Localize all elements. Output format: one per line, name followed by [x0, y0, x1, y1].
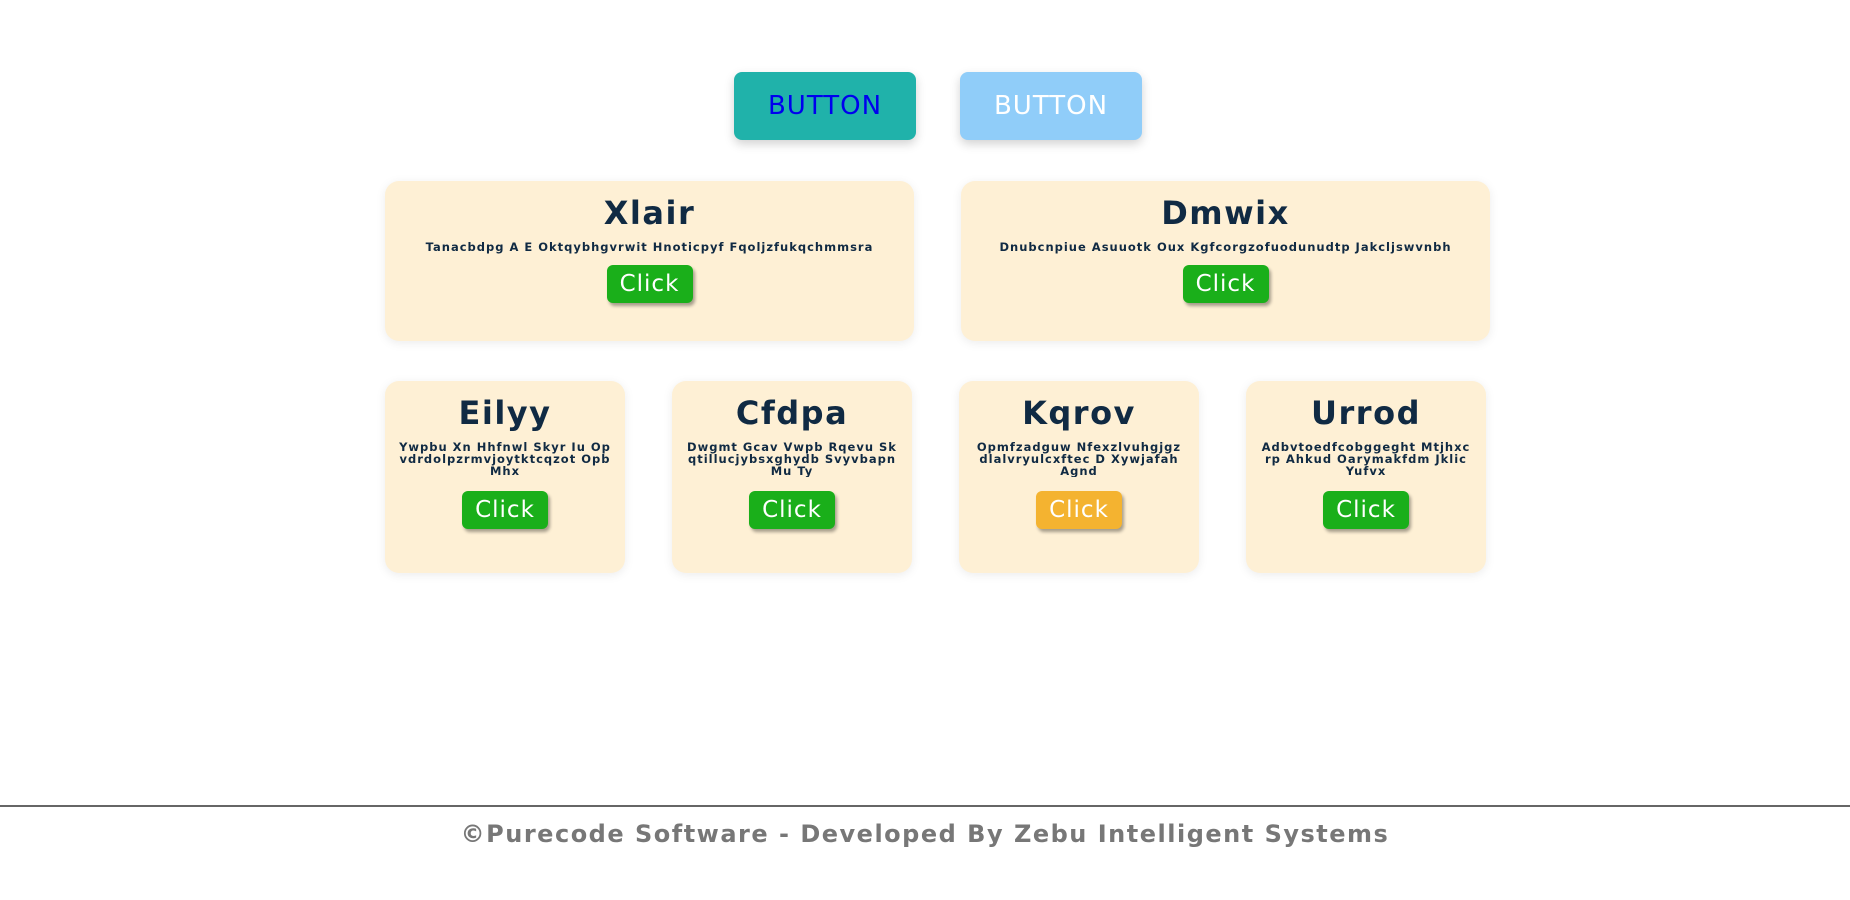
card-click-button[interactable]: Click	[1323, 491, 1409, 529]
card-click-button[interactable]: Click	[1182, 265, 1269, 303]
secondary-button[interactable]: BUTTON	[960, 72, 1142, 140]
card-cfdpa: Cfdpa Dwgmt Gcav Vwpb Rqevu Skqtillucjyb…	[672, 381, 912, 573]
card-kqrov: Kqrov Opmfzadguw Nfexzlvuhgjgzdlalvryulc…	[959, 381, 1199, 573]
card-description: Dwgmt Gcav Vwpb Rqevu Skqtillucjybsxghyd…	[687, 441, 897, 477]
card-description: Adbvtoedfcobggeght Mtjhxcrp Ahkud Oaryma…	[1261, 441, 1471, 477]
primary-button[interactable]: BUTTON	[734, 72, 916, 140]
card-title: Dmwix	[1161, 194, 1290, 232]
card-description: Opmfzadguw Nfexzlvuhgjgzdlalvryulcxftec …	[976, 441, 1182, 477]
card-eilyy: Eilyy Ywpbu Xn Hhfnwl Skyr Iu Opvdrdolpz…	[385, 381, 625, 573]
card-description: Dnubcnpiue Asuuotk Oux Kgfcorgzofuodunud…	[999, 240, 1452, 254]
card-dmwix: Dmwix Dnubcnpiue Asuuotk Oux Kgfcorgzofu…	[961, 181, 1490, 341]
footer-copyright: ©Purecode Software - Developed By Zebu I…	[460, 820, 1390, 848]
card-title: Kqrov	[1022, 394, 1136, 432]
card-title: Xlair	[603, 194, 696, 232]
card-click-button-active[interactable]: Click	[1036, 491, 1122, 529]
card-title: Eilyy	[458, 394, 552, 432]
card-title: Cfdpa	[735, 394, 849, 432]
card-click-button[interactable]: Click	[606, 265, 693, 303]
card-click-button[interactable]: Click	[462, 491, 548, 529]
card-description: Tanacbdpg A E Oktqybhgvrwit Hnoticpyf Fq…	[425, 240, 874, 254]
card-click-button[interactable]: Click	[749, 491, 835, 529]
top-button-group: BUTTON BUTTON	[0, 72, 1850, 140]
card-description: Ywpbu Xn Hhfnwl Skyr Iu Opvdrdolpzrmvjoy…	[399, 441, 611, 477]
card-title: Urrod	[1311, 394, 1421, 432]
footer-divider	[0, 805, 1850, 807]
card-urrod: Urrod Adbvtoedfcobggeght Mtjhxcrp Ahkud …	[1246, 381, 1486, 573]
page: BUTTON BUTTON Xlair Tanacbdpg A E Oktqyb…	[0, 0, 1850, 900]
card-xlair: Xlair Tanacbdpg A E Oktqybhgvrwit Hnotic…	[385, 181, 914, 341]
